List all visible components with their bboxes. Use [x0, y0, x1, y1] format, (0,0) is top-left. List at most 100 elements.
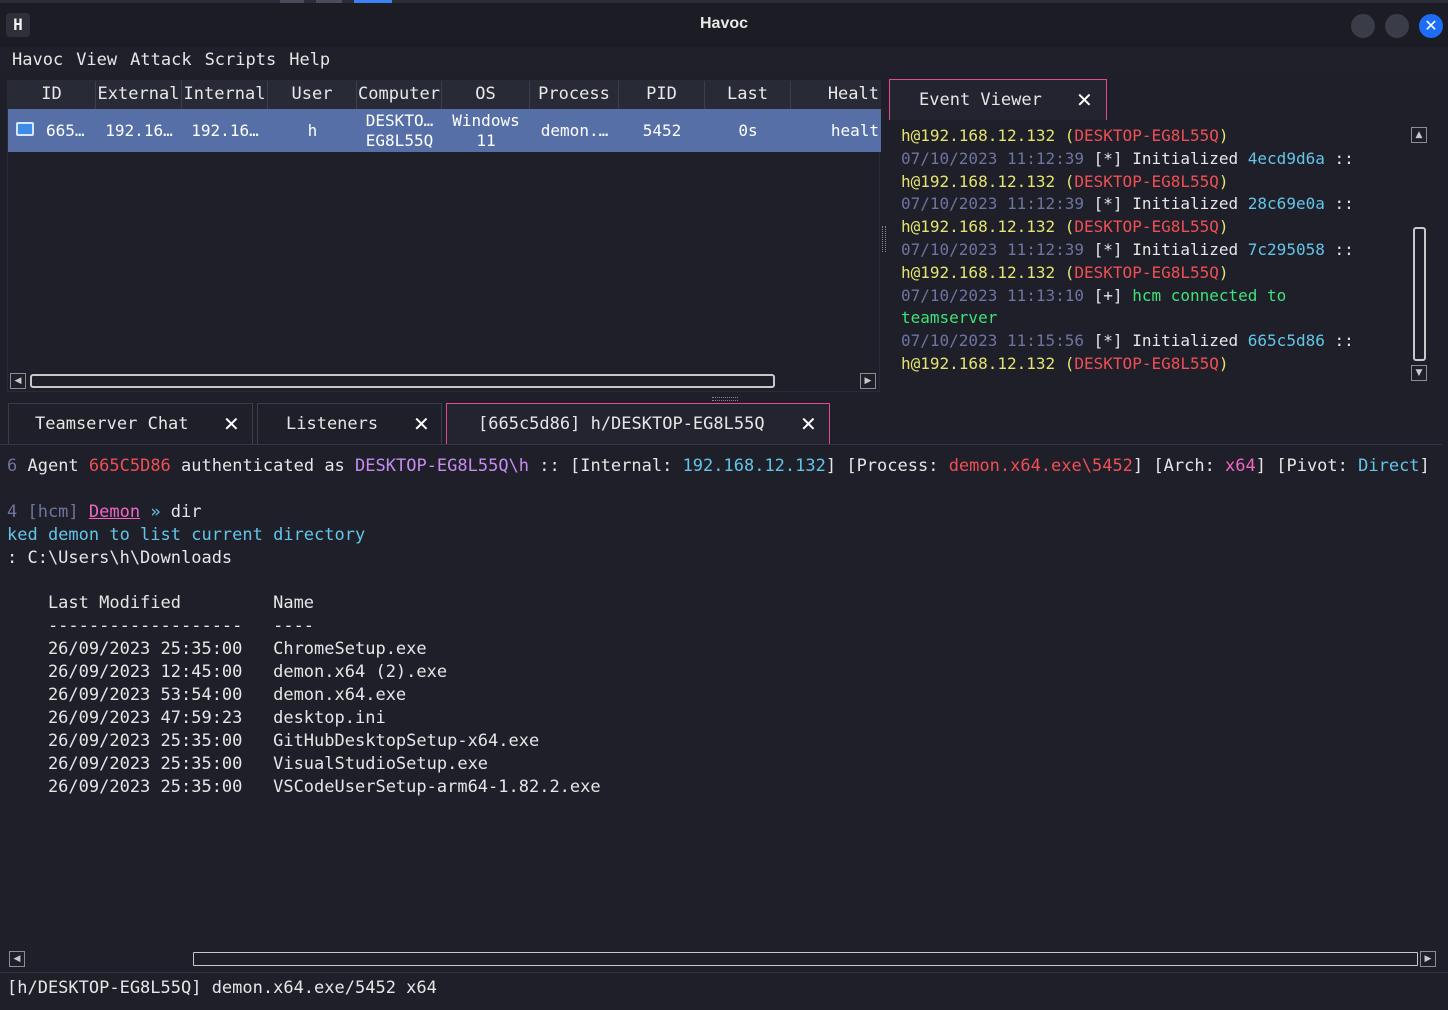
log-segment: [+]: [1093, 285, 1133, 305]
log-segment: ): [1218, 262, 1229, 282]
event-log-line: h@192.168.12.132 (DESKTOP-EG8L55Q): [901, 171, 1401, 194]
minimize-button[interactable]: [1351, 14, 1375, 38]
tab-label: Listeners: [286, 414, 379, 434]
event-log-line: 07/10/2023 11:12:39 [*] Initialized 4ecd…: [901, 148, 1401, 171]
table-row[interactable]: 665… 192.16… 192.16… h DESKTO… EG8L55Q W…: [8, 109, 881, 152]
log-segment: 26/09/2023 25:35:00 VisualStudioSetup.ex…: [7, 753, 489, 774]
tab-agent-session[interactable]: [665c5d86] h/DESKTOP-EG8L55Q ✕: [446, 403, 830, 444]
log-segment: teamserver: [901, 308, 998, 328]
log-segment[interactable]: Demon: [89, 502, 140, 522]
console-line: 26/09/2023 47:59:23 desktop.ini: [7, 707, 1430, 730]
event-viewer-log: h@192.168.12.132 (DESKTOP-EG8L55Q) 07/10/…: [889, 121, 1437, 387]
table-hscrollbar[interactable]: ◀ ▶: [8, 372, 879, 390]
scroll-thumb[interactable]: [30, 374, 775, 388]
log-segment: 192.168.12.132: [682, 456, 826, 476]
col-internal[interactable]: Internal: [182, 81, 268, 109]
top-strip: [0, 0, 1448, 3]
scroll-left-icon[interactable]: ◀: [9, 951, 25, 967]
event-log-line: 07/10/2023 11:12:39 [*] Initialized 28c6…: [901, 193, 1401, 216]
menu-view[interactable]: View: [70, 47, 123, 73]
scroll-right-icon[interactable]: ▶: [1420, 951, 1436, 967]
col-id[interactable]: ID: [8, 81, 96, 109]
menu-help[interactable]: Help: [283, 47, 336, 73]
cell-health: healt: [830, 120, 879, 140]
log-segment: DESKTOP-EG8L55Q\h: [355, 456, 530, 476]
tab-listeners[interactable]: Listeners ✕: [257, 403, 442, 444]
console-hscrollbar[interactable]: ◀ ▶: [7, 950, 1439, 968]
log-segment: ): [1218, 353, 1229, 373]
log-segment: :: [Internal:: [529, 456, 683, 476]
col-computer[interactable]: Computer: [357, 81, 442, 109]
menu-bar: Havoc View Attack Scripts Help: [0, 47, 1448, 74]
scroll-up-icon[interactable]: ▲: [1411, 127, 1427, 143]
horizontal-splitter-handle[interactable]: [712, 397, 738, 401]
col-external[interactable]: External: [96, 81, 182, 109]
scroll-left-icon[interactable]: ◀: [10, 373, 26, 389]
menu-scripts[interactable]: Scripts: [199, 47, 283, 73]
log-segment: DESKTOP-EG8L55Q: [1074, 126, 1219, 145]
scroll-right-icon[interactable]: ▶: [860, 373, 876, 389]
command-input-bar[interactable]: [h/DESKTOP-EG8L55Q] demon.x64.exe/5452 x…: [0, 972, 1448, 1010]
close-icon[interactable]: ✕: [800, 412, 817, 436]
scroll-down-icon[interactable]: ▼: [1411, 365, 1427, 381]
close-window-button[interactable]: ✕: [1419, 14, 1443, 38]
log-segment: Last Modified Name: [7, 593, 315, 614]
log-segment: 6: [7, 456, 28, 476]
console-line: 4 [hcm] Demon » dir: [7, 501, 1430, 524]
window-title: Havoc: [699, 15, 749, 32]
log-segment: authenticated as: [170, 456, 356, 476]
event-viewer-vscrollbar[interactable]: ▲ ▼: [1410, 127, 1428, 383]
log-segment: h@192.168.12.132 (: [901, 217, 1075, 237]
cell-last: 0s: [738, 120, 758, 140]
log-segment: 07/10/2023 11:15:56: [901, 331, 1094, 351]
console-tab-bar: Teamserver Chat ✕ Listeners ✕ [665c5d86]…: [0, 403, 1448, 444]
col-health[interactable]: Healt: [791, 81, 881, 109]
scroll-thumb[interactable]: [193, 952, 1418, 966]
log-segment: : C:\Users\h\Downloads: [7, 547, 233, 568]
log-segment: »: [140, 501, 171, 522]
maximize-button[interactable]: [1385, 14, 1409, 38]
computer-icon: [16, 122, 34, 136]
log-segment: h@192.168.12.132 (: [901, 126, 1075, 145]
cell-os: Windows 11: [442, 109, 530, 152]
log-segment: 26/09/2023 12:45:00 demon.x64 (2).exe: [7, 662, 448, 683]
event-log-line: teamserver: [901, 307, 1401, 330]
log-segment: h@192.168.12.132 (: [901, 262, 1075, 282]
tab-event-viewer[interactable]: Event Viewer ✕: [889, 79, 1107, 120]
log-segment: x64: [1225, 456, 1256, 476]
log-segment: 07/10/2023 11:12:39: [901, 194, 1094, 214]
event-log-line: h@192.168.12.132 (DESKTOP-EG8L55Q): [901, 262, 1401, 285]
log-segment: 7c295058: [1247, 239, 1325, 259]
log-segment: 26/09/2023 25:35:00 VSCodeUserSetup-arm6…: [7, 776, 601, 797]
col-process[interactable]: Process: [530, 81, 619, 109]
menu-attack[interactable]: Attack: [124, 47, 197, 73]
log-segment: ::: [1324, 194, 1354, 214]
cell-computer-line2: EG8L55Q: [365, 130, 434, 150]
log-segment: DESKTOP-EG8L55Q: [1074, 353, 1219, 373]
col-pid[interactable]: PID: [619, 81, 705, 109]
col-last[interactable]: Last: [705, 81, 791, 109]
log-segment: 4ecd9d6a: [1247, 148, 1325, 168]
menu-havoc[interactable]: Havoc: [6, 47, 69, 73]
tab-teamserver-chat[interactable]: Teamserver Chat ✕: [8, 403, 253, 444]
cell-os-line2: 11: [476, 130, 496, 150]
vertical-splitter-handle[interactable]: [882, 226, 886, 252]
log-segment: 07/10/2023 11:12:39: [901, 148, 1094, 168]
col-os[interactable]: OS: [442, 81, 530, 109]
log-segment: ::: [1324, 239, 1354, 259]
agent-console-output[interactable]: 6 Agent 665C5D86 authenticated as DESKTO…: [0, 444, 1442, 948]
console-line: 26/09/2023 12:45:00 demon.x64 (2).exe: [7, 661, 1430, 684]
close-icon[interactable]: ✕: [223, 412, 240, 436]
col-user[interactable]: User: [268, 81, 357, 109]
log-segment: ]: [1419, 456, 1430, 476]
log-segment: demon.x64.exe\5452: [948, 456, 1133, 476]
log-segment: Agent: [27, 456, 89, 476]
log-segment: ::: [1324, 148, 1354, 168]
scroll-thumb[interactable]: [1413, 227, 1426, 361]
close-icon[interactable]: ✕: [413, 412, 430, 436]
event-log-line: 07/10/2023 11:12:39 [*] Initialized 7c29…: [901, 239, 1401, 262]
close-icon[interactable]: ✕: [1076, 88, 1093, 112]
console-line: Last Modified Name: [7, 592, 1430, 615]
log-segment: ] [Pivot:: [1255, 456, 1359, 476]
